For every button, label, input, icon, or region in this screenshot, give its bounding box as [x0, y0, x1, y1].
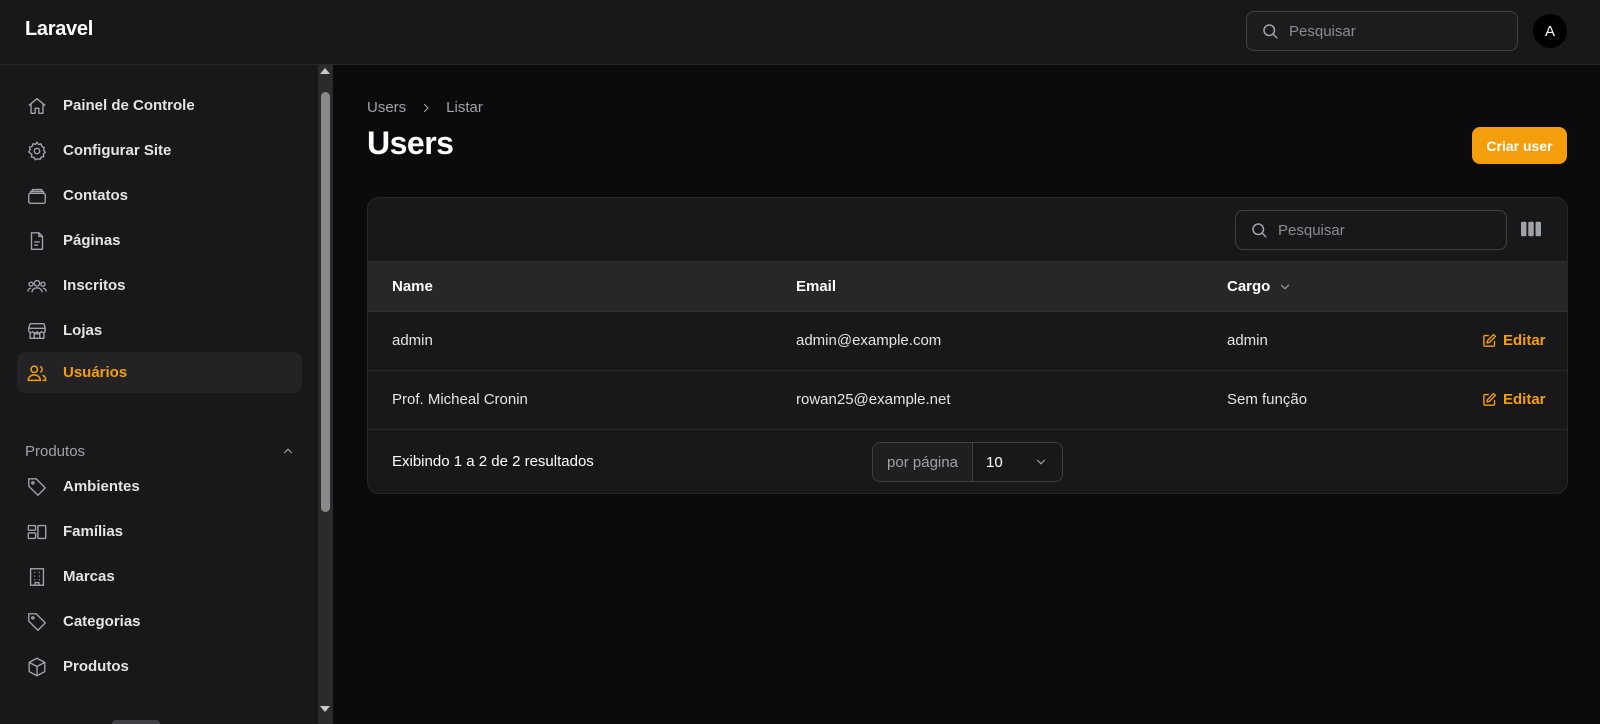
sidebar-item-categorias[interactable]: Categorias — [17, 601, 302, 642]
sidebar-item-label: Páginas — [63, 232, 121, 249]
columns-toggle-icon[interactable] — [1520, 219, 1542, 239]
sidebar-group-produtos[interactable]: Produtos — [25, 441, 295, 461]
sidebar-group-label: Produtos — [25, 442, 86, 460]
cube-icon — [28, 657, 46, 676]
home-icon — [28, 97, 46, 114]
table-header: Name Email Cargo — [368, 261, 1567, 312]
sidebar-item-produtos[interactable]: Produtos — [17, 646, 302, 687]
document-icon — [30, 231, 44, 250]
table-row[interactable]: admin admin@example.com admin Editar — [368, 312, 1567, 371]
chevron-right-icon — [420, 102, 432, 114]
storefront-icon — [28, 322, 46, 339]
scroll-down-arrow-icon[interactable] — [320, 706, 330, 712]
edit-label: Editar — [1503, 391, 1546, 408]
sidebar-item-label: Ambientes — [63, 478, 140, 495]
search-icon — [1252, 223, 1267, 238]
create-user-button[interactable]: Criar user — [1472, 127, 1567, 164]
table-row[interactable]: Prof. Micheal Cronin rowan25@example.net… — [368, 371, 1567, 430]
cell-cargo: admin — [1227, 332, 1268, 349]
sidebar-item-label: Painel de Controle — [63, 97, 195, 114]
sidebar-item-label: Contatos — [63, 187, 128, 204]
sidebar-item-label: Categorias — [63, 613, 141, 630]
table-search[interactable] — [1235, 210, 1507, 250]
sidebar-item-label: Produtos — [63, 658, 129, 675]
building-icon — [29, 567, 45, 586]
users-icon — [27, 364, 47, 381]
sidebar-item-label: Configurar Site — [63, 142, 172, 159]
users-group-icon — [27, 279, 47, 292]
cell-name: Prof. Micheal Cronin — [392, 391, 528, 408]
pagination-summary: Exibindo 1 a 2 de 2 resultados — [392, 453, 594, 470]
per-page-value: 10 — [986, 453, 1003, 471]
chevron-down-icon — [1036, 459, 1046, 465]
sidebar-item-familias[interactable]: Famílias — [17, 511, 302, 552]
sidebar-item-label: Famílias — [63, 523, 124, 540]
breadcrumb-listar[interactable]: Listar — [446, 99, 483, 116]
edit-icon — [1483, 333, 1497, 347]
inbox-stack-icon — [28, 188, 46, 204]
tag-icon — [28, 477, 46, 496]
sidebar-item-inscritos[interactable]: Inscritos — [17, 265, 302, 306]
column-header-name[interactable]: Name — [392, 278, 433, 295]
global-search[interactable] — [1246, 11, 1518, 51]
per-page-label: por página — [873, 443, 973, 481]
brand-logo[interactable]: Laravel — [25, 18, 93, 41]
sidebar-item-label: Usuários — [63, 364, 128, 381]
table-search-input[interactable] — [1278, 221, 1478, 239]
sidebar-item-label: Lojas — [63, 322, 103, 339]
breadcrumb-users[interactable]: Users — [367, 99, 406, 116]
page-title: Users — [367, 125, 454, 161]
avatar[interactable]: A — [1533, 14, 1567, 48]
sidebar-item-marcas[interactable]: Marcas — [17, 556, 302, 597]
sidebar-item-ambientes[interactable]: Ambientes — [17, 466, 302, 507]
scroll-up-arrow-icon[interactable] — [320, 68, 330, 74]
cell-cargo: Sem função — [1227, 391, 1308, 408]
sidebar-badge — [112, 720, 160, 724]
global-search-input[interactable] — [1289, 22, 1489, 40]
cell-email: admin@example.com — [796, 332, 942, 349]
edit-button[interactable]: Editar — [1482, 332, 1546, 349]
cell-email: rowan25@example.net — [796, 391, 951, 408]
sidebar-item-lojas[interactable]: Lojas — [17, 310, 302, 351]
search-icon — [1263, 24, 1278, 39]
top-bar: Laravel A — [0, 0, 1600, 65]
edit-icon — [1483, 392, 1497, 406]
sidebar-item-contatos[interactable]: Contatos — [17, 175, 302, 216]
sidebar-item-paginas[interactable]: Páginas — [17, 220, 302, 261]
chevron-down-icon — [1281, 284, 1290, 290]
squares-icon — [27, 524, 47, 539]
users-table: Name Email Cargo admin admin@example.com… — [367, 197, 1568, 494]
cell-name: admin — [392, 332, 433, 349]
sidebar-item-painel-de-controle[interactable]: Painel de Controle — [17, 85, 302, 126]
edit-label: Editar — [1503, 332, 1546, 349]
edit-button[interactable]: Editar — [1482, 391, 1546, 408]
per-page-select[interactable]: por página 10 — [872, 442, 1063, 482]
sidebar-item-label: Marcas — [63, 568, 115, 585]
sidebar: Painel de Controle Configurar Site Conta… — [0, 65, 333, 724]
gear-icon — [27, 140, 47, 161]
breadcrumb: Users Listar — [367, 99, 483, 116]
column-header-cargo[interactable]: Cargo — [1227, 278, 1292, 295]
sidebar-item-label: Inscritos — [63, 277, 126, 294]
column-header-email[interactable]: Email — [796, 278, 836, 295]
chevron-up-icon[interactable] — [281, 444, 295, 458]
sidebar-item-configurar-site[interactable]: Configurar Site — [17, 130, 302, 171]
tag-icon — [28, 612, 46, 631]
per-page-dropdown[interactable]: 10 — [973, 443, 1062, 481]
scrollbar-thumb[interactable] — [321, 92, 330, 512]
column-header-cargo-label: Cargo — [1227, 278, 1271, 295]
sidebar-item-usuarios[interactable]: Usuários — [17, 352, 302, 393]
